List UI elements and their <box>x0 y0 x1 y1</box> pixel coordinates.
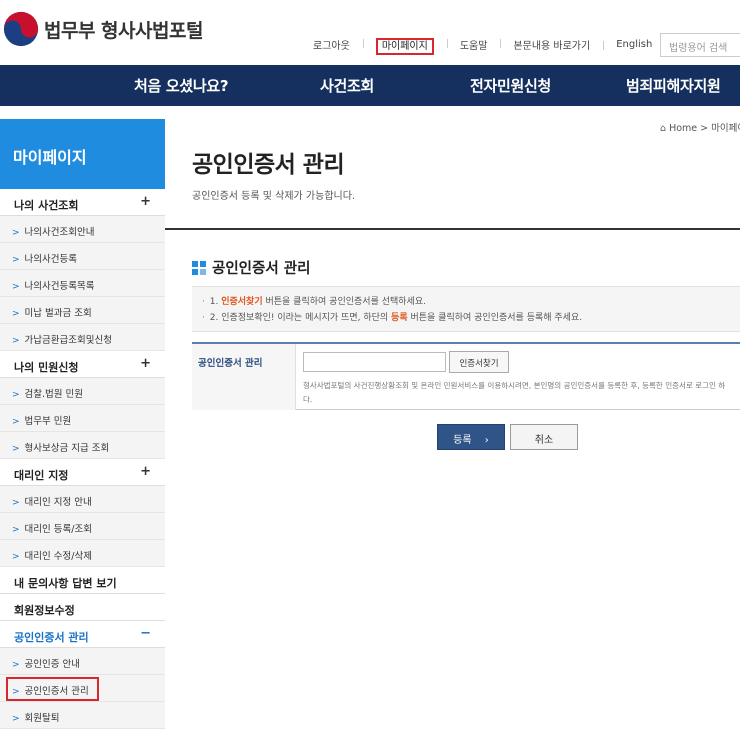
sidebar-item[interactable]: > 회원탈퇴 <box>0 702 165 729</box>
sidebar-item[interactable]: > 대리인 수정/삭제 <box>0 540 165 567</box>
selection-highlight <box>6 677 99 701</box>
main-nav: 처음 오셨나요? 사건조회 전자민원신청 범죄피해자지원 <box>0 65 740 106</box>
breadcrumb: ⌂ Home > 마이페이지 <box>660 120 740 134</box>
chevron-right-icon: > <box>12 390 20 400</box>
mypage-link[interactable]: 마이페이지 <box>362 37 447 55</box>
home-icon[interactable]: ⌂ <box>660 123 666 134</box>
sidebar-item[interactable]: > 검찰.법원 민원 <box>0 378 165 405</box>
chevron-right-icon: > <box>12 525 20 535</box>
sidebar-item[interactable]: > 대리인 지정 안내 <box>0 486 165 513</box>
sidebar-item[interactable]: > 나의사건조회안내 <box>0 216 165 243</box>
notice-line-2: · 2. 인증정보확인! 이라는 메시지가 뜨면, 하단의 등록 버튼을 클릭하… <box>202 313 583 323</box>
sidebar-item-edit-member-info[interactable]: 회원정보수정 <box>0 594 165 621</box>
certificate-field-label: 공인인증서 관리 <box>192 344 296 410</box>
breadcrumb-separator: > <box>700 123 709 134</box>
nav-e-petition[interactable]: 전자민원신청 <box>470 75 551 96</box>
page-description: 공인인증서 등록 및 삭제가 가능합니다. <box>192 191 356 202</box>
header: 법무부 형사사법포털 로그아웃 마이페이지 도움말 본문내용 바로가기 Engl… <box>0 0 740 65</box>
nav-victim-support[interactable]: 범죄피해자지원 <box>626 75 721 96</box>
expand-icon: + <box>140 464 151 479</box>
chevron-right-icon: > <box>12 282 20 292</box>
sidebar-item[interactable]: > 공인인증 안내 <box>0 648 165 675</box>
section-title: 공인인증서 관리 <box>192 257 310 278</box>
taegeuk-logo-icon <box>3 11 39 47</box>
sidebar-group-proxy[interactable]: 대리인 지정 + <box>0 459 165 486</box>
collapse-icon: − <box>140 626 151 641</box>
nav-first-visit[interactable]: 처음 오셨나요? <box>134 75 229 96</box>
chevron-right-icon: > <box>12 309 20 319</box>
english-link[interactable]: English <box>603 39 665 50</box>
sidebar-title: 마이페이지 <box>0 119 165 189</box>
cancel-button[interactable]: 취소 <box>510 424 578 450</box>
breadcrumb-home[interactable]: Home <box>669 123 697 134</box>
sidebar-group-certificate[interactable]: 공인인증서 관리 − <box>0 621 165 648</box>
sidebar: 마이페이지 나의 사건조회 + > 나의사건조회안내 > 나의사건등록 > 나의사건등… <box>0 119 165 729</box>
register-button[interactable]: 등록 › <box>437 424 505 450</box>
find-certificate-button[interactable]: 인증서찾기 <box>449 351 509 373</box>
certificate-help-text: 형사사법포털의 사건진행상황조회 및 온라인 민원서비스를 이용하시려면, 본인… <box>303 381 726 404</box>
sidebar-item[interactable]: > 나의사건등록 <box>0 243 165 270</box>
logo-text: 법무부 형사사법포털 <box>44 19 203 42</box>
notice-line-1: · 1. 인증서찾기 버튼을 클릭하여 공인인증서를 선택하세요. <box>202 297 426 307</box>
sidebar-item[interactable]: > 형사보상금 지급 조회 <box>0 432 165 459</box>
chevron-right-icon: > <box>12 255 20 265</box>
sidebar-group-my-petition[interactable]: 나의 민원신청 + <box>0 351 165 378</box>
title-divider <box>165 228 740 230</box>
certificate-path-input[interactable] <box>303 352 446 372</box>
notice-box: · 1. 인증서찾기 버튼을 클릭하여 공인인증서를 선택하세요. · 2. 인… <box>192 286 740 332</box>
sidebar-item[interactable]: > 가납금환급조회및신청 <box>0 324 165 351</box>
page-title: 공인인증서 관리 <box>192 152 345 178</box>
breadcrumb-current[interactable]: 마이페이지 <box>711 123 740 134</box>
chevron-right-icon: > <box>12 498 20 508</box>
chevron-right-icon: > <box>12 417 20 427</box>
sidebar-item[interactable]: > 미납 벌과금 조회 <box>0 297 165 324</box>
chevron-right-icon: > <box>12 552 20 562</box>
chevron-right-icon: > <box>12 714 20 724</box>
chevron-right-icon: > <box>12 444 20 454</box>
sidebar-item[interactable]: > 법무부 민원 <box>0 405 165 432</box>
arrow-right-icon: › <box>484 435 489 446</box>
sidebar-item-inquiry-answers[interactable]: 내 문의사항 답변 보기 <box>0 567 165 594</box>
chevron-right-icon: > <box>12 336 20 346</box>
utility-nav: 로그아웃 마이페이지 도움말 본문내용 바로가기 English <box>300 37 665 55</box>
nav-case-search[interactable]: 사건조회 <box>320 75 374 96</box>
sidebar-item-selected[interactable]: > 공인인증서 관리 <box>0 675 165 702</box>
glossary-search-input[interactable]: 법령용어 검색 <box>660 33 740 57</box>
chevron-right-icon: > <box>12 660 20 670</box>
skip-to-content-link[interactable]: 본문내용 바로가기 <box>500 37 603 52</box>
sidebar-group-my-case[interactable]: 나의 사건조회 + <box>0 189 165 216</box>
sidebar-item[interactable]: > 대리인 등록/조회 <box>0 513 165 540</box>
certificate-form: 공인인증서 관리 인증서찾기 형사사법포털의 사건진행상황조회 및 온라인 민원… <box>192 342 740 410</box>
expand-icon: + <box>140 194 151 209</box>
logo[interactable]: 법무부 형사사법포털 <box>0 10 203 48</box>
logout-link[interactable]: 로그아웃 <box>300 37 363 52</box>
window-squares-icon <box>192 260 206 275</box>
chevron-right-icon: > <box>12 228 20 238</box>
help-link[interactable]: 도움말 <box>446 37 501 52</box>
expand-icon: + <box>140 356 151 371</box>
sidebar-item[interactable]: > 나의사건등록목록 <box>0 270 165 297</box>
